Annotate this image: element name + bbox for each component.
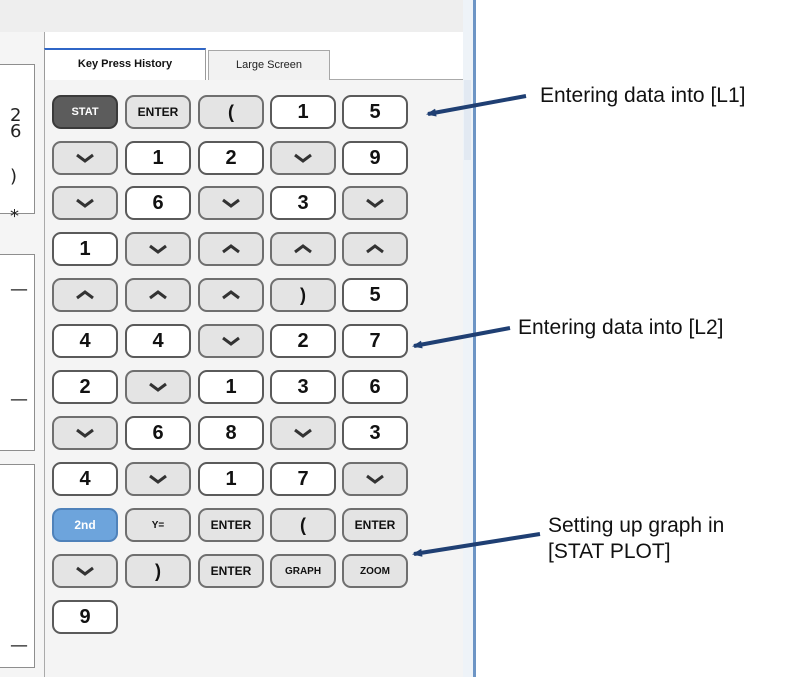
annotation-graph-line2: [STAT PLOT] — [548, 540, 671, 563]
annotation-graph-line1: Setting up graph in — [548, 514, 725, 537]
annotation-l1: Entering data into [L1] — [540, 84, 746, 107]
arrow-stat-plot — [412, 532, 541, 557]
arrow-l2 — [412, 326, 511, 349]
annotation-l2: Entering data into [L2] — [518, 316, 724, 339]
arrow-l1 — [426, 94, 527, 117]
